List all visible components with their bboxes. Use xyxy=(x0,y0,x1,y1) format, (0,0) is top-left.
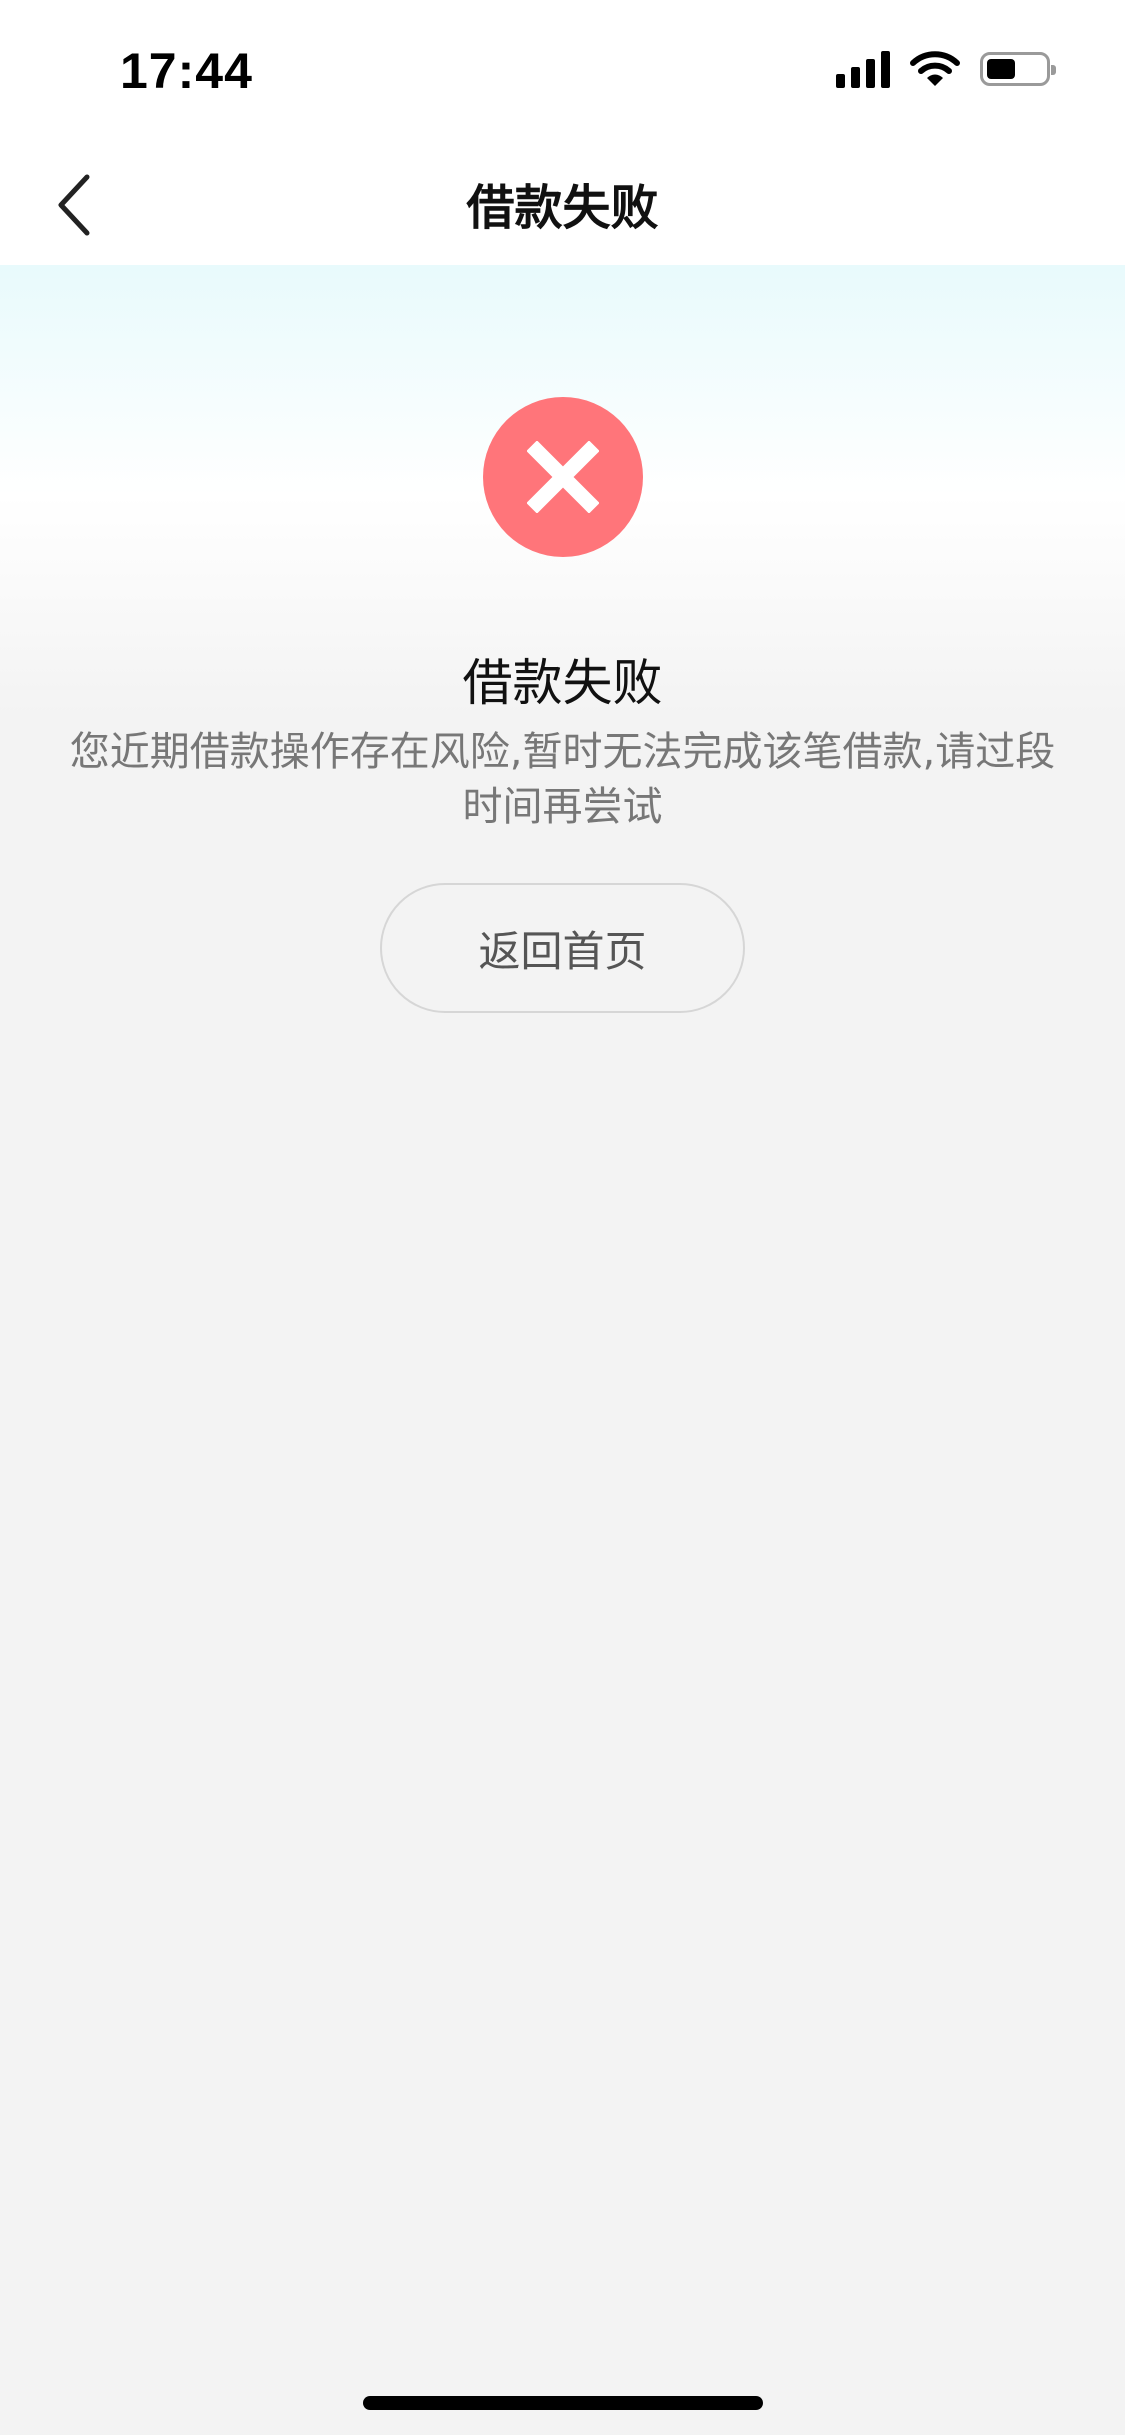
cellular-signal-icon xyxy=(836,50,890,88)
status-icons xyxy=(836,50,1056,88)
fail-status-icon xyxy=(483,397,643,557)
nav-bar: 借款失败 xyxy=(0,150,1125,265)
return-home-button[interactable]: 返回首页 xyxy=(380,883,745,1013)
battery-icon xyxy=(980,52,1056,86)
status-bar: 17:44 xyxy=(0,0,1125,150)
result-title: 借款失败 xyxy=(462,654,663,712)
battery-level xyxy=(987,59,1015,79)
result-description: 您近期借款操作存在风险,暂时无法完成该笔借款,请过段时间再尝试 xyxy=(69,729,1056,830)
wifi-icon xyxy=(910,51,960,86)
page-title: 借款失败 xyxy=(466,180,659,236)
close-icon xyxy=(527,441,599,513)
home-indicator xyxy=(363,2396,763,2410)
status-time: 17:44 xyxy=(120,43,253,99)
result-content: 借款失败 您近期借款操作存在风险,暂时无法完成该笔借款,请过段时间再尝试 返回首… xyxy=(0,265,1125,2435)
